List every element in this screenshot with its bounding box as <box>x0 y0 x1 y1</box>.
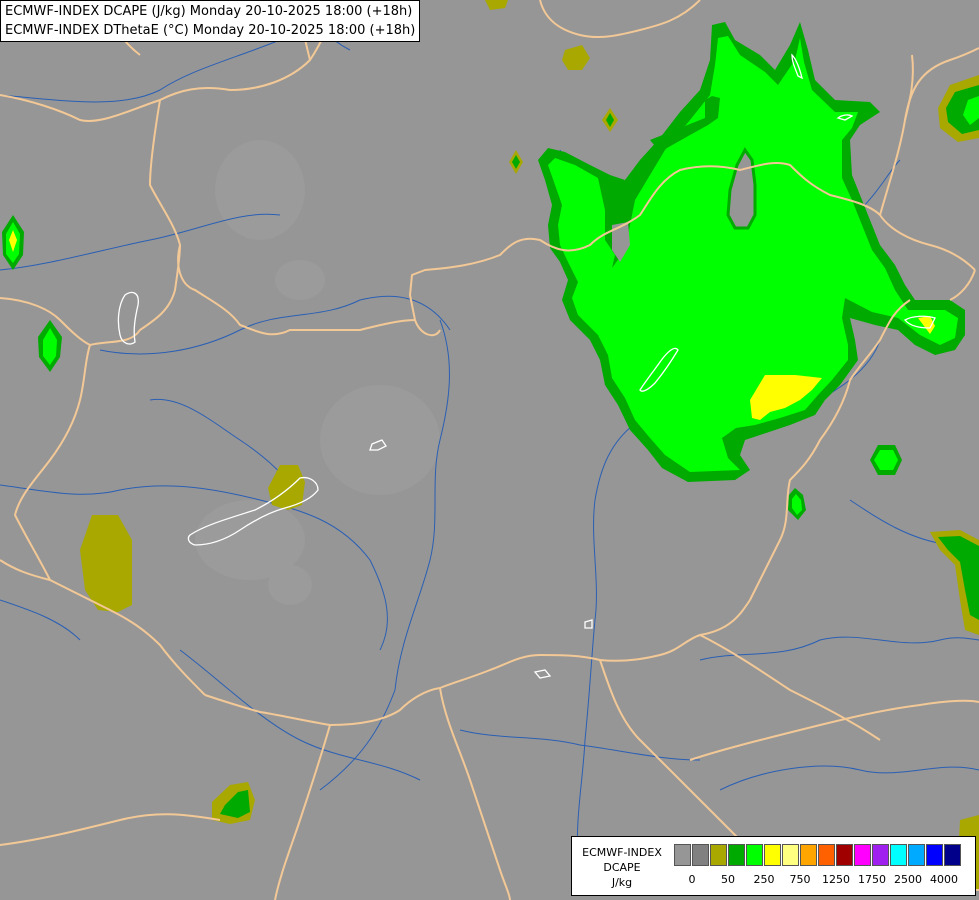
legend-tick-label: 750 <box>789 873 811 886</box>
legend-swatch <box>746 844 763 866</box>
color-legend: ECMWF-INDEX DCAPE J/kg 0 50 250 750 1250 1750… <box>571 836 976 896</box>
legend-swatch <box>872 844 889 866</box>
legend-swatch <box>728 844 745 866</box>
legend-swatch <box>692 844 709 866</box>
title-line-1: ECMWF-INDEX DCAPE (J/kg) Monday 20-10-20… <box>5 4 413 19</box>
legend-labels: 0 50 250 750 1250 1750 2500 4000 <box>674 873 974 889</box>
legend-tick-label: 250 <box>753 873 775 886</box>
legend-swatch <box>674 844 691 866</box>
legend-swatches <box>674 844 962 866</box>
legend-title-line-1: ECMWF-INDEX <box>582 846 662 859</box>
legend-title: ECMWF-INDEX DCAPE J/kg <box>576 845 668 890</box>
legend-swatch <box>764 844 781 866</box>
legend-tick-label: 1250 <box>822 873 850 886</box>
legend-swatch <box>926 844 943 866</box>
legend-tick-label: 50 <box>721 873 735 886</box>
legend-swatch <box>836 844 853 866</box>
legend-swatch <box>944 844 961 866</box>
legend-tick-label: 2500 <box>894 873 922 886</box>
legend-swatch <box>782 844 799 866</box>
legend-tick-label: 4000 <box>930 873 958 886</box>
legend-swatch <box>800 844 817 866</box>
map-title-box: ECMWF-INDEX DCAPE (J/kg) Monday 20-10-20… <box>0 0 421 42</box>
title-line-2: ECMWF-INDEX DThetaE (°C) Monday 20-10-20… <box>5 23 416 38</box>
legend-tick-label: 0 <box>688 873 696 886</box>
legend-tick-label: 1750 <box>858 873 886 886</box>
legend-unit: J/kg <box>611 876 633 889</box>
legend-swatch <box>908 844 925 866</box>
legend-swatch <box>818 844 835 866</box>
weather-map <box>0 0 979 900</box>
legend-title-line-2: DCAPE <box>603 861 641 874</box>
legend-swatch <box>710 844 727 866</box>
legend-swatch <box>890 844 907 866</box>
legend-swatch <box>854 844 871 866</box>
